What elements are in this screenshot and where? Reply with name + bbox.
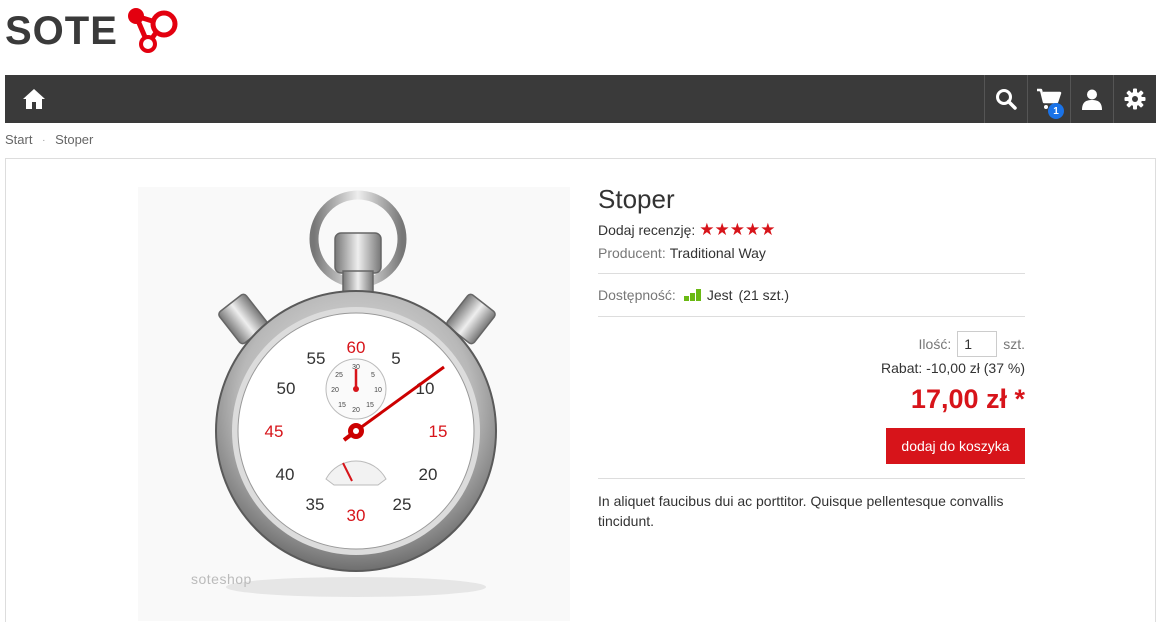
stopwatch-illustration: 60 5 10 15 20 25 30 35 40 45 50 55 30 5 … — [215, 190, 497, 597]
product-price: 17,00 zł * — [910, 384, 1025, 414]
svg-text:45: 45 — [265, 422, 284, 441]
add-to-cart-button[interactable]: dodaj do koszyka — [886, 428, 1025, 464]
availability-row: Dostępność: Jest (21 szt.) — [598, 282, 1025, 308]
user-icon — [1082, 89, 1102, 110]
svg-text:25: 25 — [393, 495, 412, 514]
svg-text:20: 20 — [352, 407, 360, 414]
product-info: Stoper Dodaj recenzję: ★★★★★ Producent: … — [598, 183, 1025, 531]
divider — [598, 478, 1025, 479]
quantity-row: Ilość: szt. — [598, 331, 1025, 357]
svg-text:30: 30 — [347, 506, 366, 525]
breadcrumb: Start · Stoper — [5, 132, 93, 147]
quantity-input[interactable] — [957, 331, 998, 357]
svg-text:20: 20 — [331, 387, 339, 394]
account-button[interactable] — [1070, 75, 1113, 123]
availability-count: (21 szt.) — [738, 287, 790, 303]
availability-value: Jest — [706, 287, 733, 303]
svg-text:60: 60 — [347, 338, 366, 357]
divider — [598, 316, 1025, 317]
svg-text:20: 20 — [419, 465, 438, 484]
producer-label: Producent: — [598, 245, 666, 261]
review-row: Dodaj recenzję: ★★★★★ — [598, 219, 1025, 241]
svg-text:15: 15 — [366, 402, 374, 409]
svg-text:55: 55 — [307, 349, 326, 368]
search-icon — [996, 89, 1017, 110]
svg-text:15: 15 — [338, 402, 346, 409]
breadcrumb-separator: · — [42, 135, 46, 147]
gear-icon — [1124, 88, 1146, 110]
cart-button[interactable]: 1 — [1027, 75, 1070, 123]
svg-text:10: 10 — [374, 387, 382, 394]
breadcrumb-current: Stoper — [55, 132, 94, 147]
svg-text:35: 35 — [306, 495, 325, 514]
rating-stars[interactable]: ★★★★★ — [699, 220, 775, 240]
producer-row: Producent: Traditional Way — [598, 241, 1025, 265]
product-title: Stoper — [598, 184, 675, 214]
product-description: In aliquet faucibus dui ac porttitor. Qu… — [598, 493, 1004, 529]
product-image[interactable]: 60 5 10 15 20 25 30 35 40 45 50 55 30 5 … — [138, 187, 570, 621]
site-logo[interactable]: SOTE — [5, 5, 184, 57]
discount-text: Rabat: -10,00 zł (37 %) — [881, 360, 1025, 376]
breadcrumb-start-link[interactable]: Start — [5, 132, 32, 147]
logo-text: SOTE — [5, 9, 118, 53]
divider — [598, 273, 1025, 274]
main-navbar: 1 — [5, 75, 1156, 123]
home-button[interactable] — [21, 86, 47, 112]
cart-count-badge: 1 — [1048, 103, 1064, 119]
settings-button[interactable] — [1113, 75, 1156, 123]
producer-value[interactable]: Traditional Way — [670, 245, 766, 261]
availability-label: Dostępność: — [598, 287, 676, 303]
quantity-unit: szt. — [1003, 336, 1025, 352]
review-label: Dodaj recenzję: — [598, 222, 696, 238]
product-card: 60 5 10 15 20 25 30 35 40 45 50 55 30 5 … — [5, 158, 1156, 622]
svg-text:25: 25 — [335, 372, 343, 379]
svg-text:5: 5 — [391, 349, 400, 368]
svg-text:40: 40 — [276, 465, 295, 484]
home-icon — [23, 89, 45, 109]
image-watermark: soteshop — [191, 571, 252, 587]
svg-text:15: 15 — [429, 422, 448, 441]
svg-text:5: 5 — [371, 372, 375, 379]
availability-bars-icon — [683, 289, 701, 301]
svg-text:50: 50 — [277, 379, 296, 398]
search-button[interactable] — [984, 75, 1027, 123]
sote-molecule-icon — [127, 8, 178, 53]
quantity-label: Ilość: — [918, 336, 952, 352]
